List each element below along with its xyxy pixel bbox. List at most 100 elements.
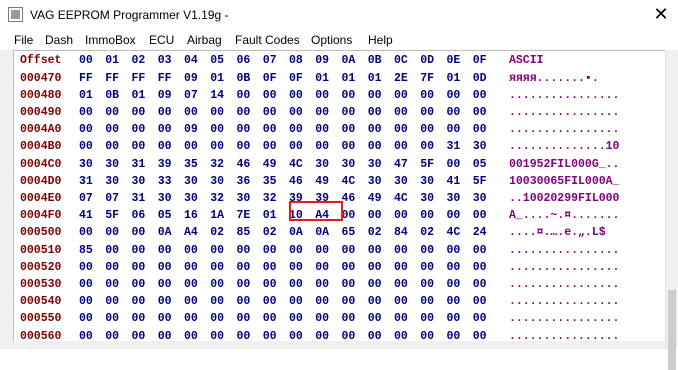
hex-byte[interactable]: 39 [158, 156, 172, 173]
hex-byte[interactable]: 09 [184, 70, 198, 87]
hex-byte[interactable]: 00 [394, 87, 408, 104]
hex-byte[interactable]: 00 [315, 138, 329, 155]
hex-byte[interactable]: 00 [289, 87, 303, 104]
row-ascii[interactable]: ..............10 [509, 138, 619, 155]
hex-byte[interactable]: 00 [342, 242, 356, 259]
hex-byte[interactable]: 00 [237, 242, 251, 259]
row-ascii[interactable]: яяяя.......▪. [509, 70, 599, 87]
hex-byte[interactable]: 16 [184, 207, 198, 224]
hex-byte[interactable]: 00 [447, 121, 461, 138]
hex-byte[interactable]: 00 [289, 104, 303, 121]
hex-byte[interactable]: FF [105, 70, 119, 87]
hex-byte[interactable]: 31 [447, 138, 461, 155]
hex-byte[interactable]: 00 [105, 224, 119, 241]
hex-byte[interactable]: 4C [289, 156, 303, 173]
hex-byte[interactable]: 00 [105, 276, 119, 293]
hex-byte[interactable]: 00 [79, 328, 93, 343]
hex-byte[interactable]: 00 [289, 259, 303, 276]
hex-byte[interactable]: 5F [420, 156, 434, 173]
hex-byte[interactable]: 00 [473, 104, 487, 121]
hex-byte[interactable]: 0B [237, 70, 251, 87]
hex-byte[interactable]: 09 [184, 121, 198, 138]
hex-byte[interactable]: 00 [289, 276, 303, 293]
hex-byte[interactable]: 00 [447, 156, 461, 173]
hex-byte[interactable]: 30 [237, 190, 251, 207]
hex-byte[interactable]: A4 [315, 207, 329, 224]
hex-byte[interactable]: 00 [158, 121, 172, 138]
hex-byte[interactable]: A4 [184, 224, 198, 241]
hex-byte[interactable]: 01 [132, 87, 146, 104]
hex-byte[interactable]: 00 [105, 242, 119, 259]
hex-byte[interactable]: 00 [210, 310, 224, 327]
hex-byte[interactable]: 00 [368, 121, 382, 138]
hex-byte[interactable]: 00 [342, 310, 356, 327]
hex-byte[interactable]: 00 [447, 104, 461, 121]
close-button[interactable]: ✕ [646, 2, 676, 28]
hex-byte[interactable]: 30 [158, 190, 172, 207]
hex-byte[interactable]: 00 [315, 259, 329, 276]
hex-byte[interactable]: 0B [105, 87, 119, 104]
row-ascii[interactable]: ................ [509, 87, 619, 104]
hex-byte[interactable]: 7E [237, 207, 251, 224]
hex-byte[interactable]: 00 [79, 224, 93, 241]
hex-byte[interactable]: 35 [184, 156, 198, 173]
hex-byte[interactable]: 00 [420, 293, 434, 310]
hex-byte[interactable]: 00 [394, 310, 408, 327]
hex-byte[interactable]: 00 [473, 310, 487, 327]
hex-byte[interactable]: 00 [473, 259, 487, 276]
hex-byte[interactable]: 00 [184, 276, 198, 293]
hex-byte[interactable]: 32 [210, 156, 224, 173]
menu-options[interactable]: Options [311, 33, 352, 47]
hex-byte[interactable]: 00 [158, 276, 172, 293]
hex-byte[interactable]: 33 [158, 173, 172, 190]
hex-byte[interactable]: 00 [79, 259, 93, 276]
hex-byte[interactable]: 02 [368, 224, 382, 241]
hex-byte[interactable]: 00 [420, 310, 434, 327]
hex-byte[interactable]: 00 [105, 121, 119, 138]
hex-byte[interactable]: 00 [184, 104, 198, 121]
hex-byte[interactable]: 07 [184, 87, 198, 104]
hex-byte[interactable]: 00 [447, 293, 461, 310]
hex-byte[interactable]: 00 [420, 207, 434, 224]
row-ascii[interactable]: ................ [509, 328, 619, 343]
hex-byte[interactable]: 00 [263, 328, 277, 343]
hex-byte[interactable]: 00 [394, 328, 408, 343]
hex-byte[interactable]: 00 [447, 276, 461, 293]
hex-byte[interactable]: 36 [237, 173, 251, 190]
hex-byte[interactable]: 0D [473, 70, 487, 87]
hex-byte[interactable]: 30 [105, 156, 119, 173]
hex-byte[interactable]: 00 [263, 121, 277, 138]
hex-byte[interactable]: 00 [237, 87, 251, 104]
hex-byte[interactable]: 46 [342, 190, 356, 207]
hex-byte[interactable]: 00 [394, 259, 408, 276]
hex-byte[interactable]: 00 [263, 293, 277, 310]
hex-byte[interactable]: 00 [420, 328, 434, 343]
hex-byte[interactable]: 00 [420, 242, 434, 259]
hex-byte[interactable]: 85 [237, 224, 251, 241]
hex-byte[interactable]: 00 [447, 242, 461, 259]
hex-byte[interactable]: 00 [237, 121, 251, 138]
hex-byte[interactable]: 00 [315, 310, 329, 327]
row-ascii[interactable]: ................ [509, 293, 619, 310]
hex-byte[interactable]: 00 [79, 310, 93, 327]
hex-byte[interactable]: 41 [447, 173, 461, 190]
hex-byte[interactable]: 00 [237, 259, 251, 276]
hex-byte[interactable]: 06 [132, 207, 146, 224]
hex-byte[interactable]: 0F [263, 70, 277, 87]
hex-byte[interactable]: 00 [315, 276, 329, 293]
hex-byte[interactable]: 30 [420, 190, 434, 207]
hex-byte[interactable]: 00 [158, 310, 172, 327]
hex-byte[interactable]: 00 [158, 328, 172, 343]
hex-byte[interactable]: 4C [394, 190, 408, 207]
hex-byte[interactable]: 00 [132, 104, 146, 121]
hex-byte[interactable]: 00 [289, 242, 303, 259]
hex-byte[interactable]: 01 [263, 207, 277, 224]
hex-byte[interactable]: 01 [368, 70, 382, 87]
menu-airbag[interactable]: Airbag [187, 33, 222, 47]
menu-immobox[interactable]: ImmoBox [85, 33, 136, 47]
hex-byte[interactable]: 01 [315, 70, 329, 87]
hex-byte[interactable]: 00 [237, 104, 251, 121]
hex-byte[interactable]: 00 [315, 87, 329, 104]
hex-byte[interactable]: 00 [132, 259, 146, 276]
hex-byte[interactable]: 00 [105, 259, 119, 276]
